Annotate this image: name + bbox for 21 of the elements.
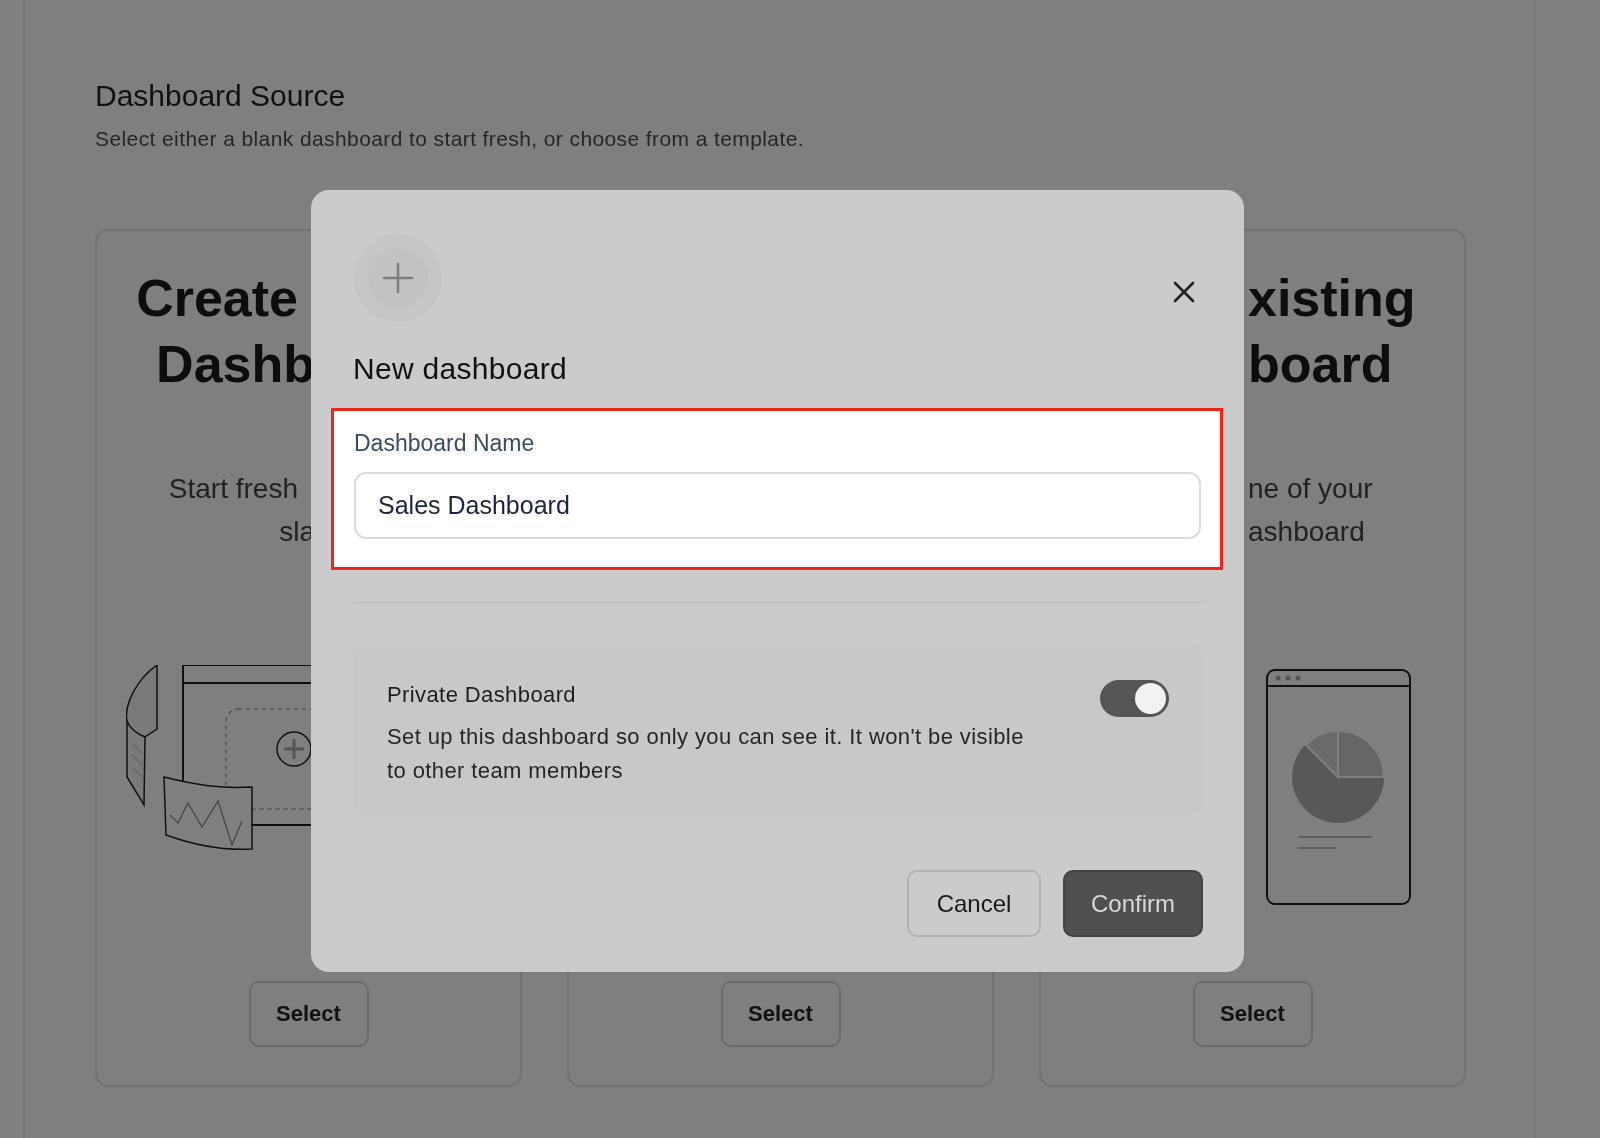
field-label: Dashboard Name	[354, 429, 536, 458]
select-button[interactable]: Select	[248, 981, 369, 1047]
card-description: Start fresh	[167, 472, 298, 506]
section-description: Select either a blank dashboard to start fresh, or choose from a template.	[95, 126, 805, 152]
select-button[interactable]: Select	[720, 981, 841, 1047]
toggle-switch[interactable]	[1100, 680, 1169, 717]
close-icon[interactable]	[1172, 280, 1196, 304]
confirm-button[interactable]: Confirm	[1063, 870, 1203, 937]
card-title: xisting	[1248, 268, 1417, 329]
card-title: Create	[135, 268, 298, 329]
card-description: ashboard	[1248, 515, 1366, 549]
card-title: board	[1248, 334, 1394, 395]
card-title: Dashb	[155, 334, 315, 395]
setting-description: Set up this dashboard so only you can see it. It won't be visible to other team members	[387, 723, 1025, 785]
cancel-button[interactable]: Cancel	[907, 870, 1041, 937]
select-button[interactable]: Select	[1192, 981, 1313, 1047]
section-heading: Dashboard Source	[95, 78, 347, 114]
name-input-field[interactable]: Sales Dashboard	[354, 472, 1201, 539]
card-description: ne of your	[1248, 472, 1374, 506]
dialog-title: New dashboard	[353, 351, 569, 387]
setting-title: Private Dashboard	[387, 681, 577, 709]
